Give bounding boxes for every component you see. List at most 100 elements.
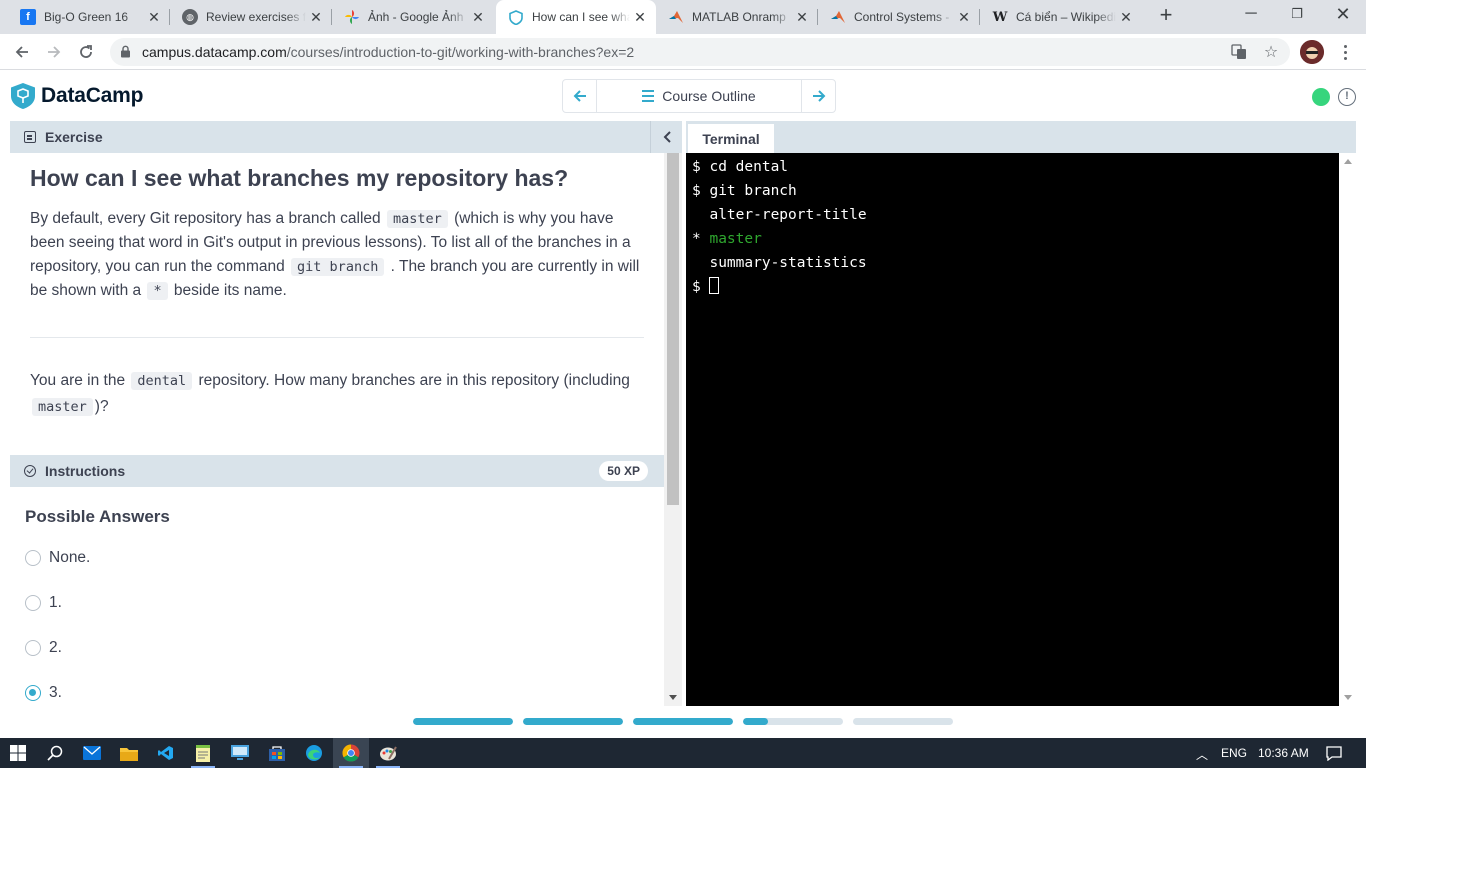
session-status-indicator[interactable]: [1312, 88, 1330, 106]
terminal-line: * master: [692, 231, 762, 247]
vscode-icon[interactable]: [148, 738, 184, 768]
remote-desktop-icon[interactable]: [222, 738, 258, 768]
reload-button[interactable]: [74, 40, 98, 64]
bookmark-star-icon[interactable]: ☆: [1262, 43, 1280, 61]
close-tab-icon[interactable]: ✕: [792, 9, 812, 26]
profile-avatar[interactable]: [1300, 40, 1324, 64]
browser-tab-review-exercises[interactable]: ◍ Review exercises for ✕: [170, 0, 332, 34]
progress-segment-fill: [633, 718, 733, 725]
progress-segment-fill: [743, 718, 768, 725]
terminal-line: $ cd dental: [692, 159, 789, 175]
input-language-indicator[interactable]: ENG: [1221, 746, 1247, 760]
terminal-output[interactable]: $ cd dental $ git branch alter-report-tit…: [686, 153, 1339, 706]
chrome-icon[interactable]: [333, 738, 369, 768]
radio-button-selected[interactable]: [25, 685, 41, 701]
terminal-scrollbar[interactable]: [1339, 153, 1356, 706]
radio-button[interactable]: [25, 595, 41, 611]
url-host: campus.datacamp.com: [142, 44, 287, 60]
terminal-line: $ git branch: [692, 183, 797, 199]
lock-icon: [120, 45, 131, 63]
close-tab-icon[interactable]: ✕: [144, 9, 164, 26]
matlab-icon: [668, 9, 684, 25]
inline-code: *: [147, 282, 168, 300]
browser-tab-matlab-onramp[interactable]: MATLAB Onramp ✕: [656, 0, 818, 34]
radio-button[interactable]: [25, 550, 41, 566]
notification-center-icon[interactable]: [1316, 738, 1352, 768]
close-tab-icon[interactable]: ✕: [468, 9, 488, 26]
course-outline-label: Course Outline: [662, 88, 756, 104]
search-icon[interactable]: [37, 738, 73, 768]
chevron-left-icon: [663, 131, 671, 143]
close-window-button[interactable]: ✕: [1320, 0, 1366, 30]
browser-tab-big-o-green[interactable]: f Big-O Green 16 ✕: [8, 0, 170, 34]
close-tab-icon[interactable]: ✕: [306, 9, 326, 26]
close-tab-icon[interactable]: ✕: [630, 9, 650, 26]
tab-terminal[interactable]: Terminal: [688, 124, 774, 153]
scrollbar-thumb[interactable]: [667, 153, 679, 505]
answer-option-1[interactable]: 1.: [25, 592, 62, 614]
next-exercise-button[interactable]: [802, 80, 835, 112]
scroll-down-arrow-icon[interactable]: [669, 695, 677, 700]
new-tab-button[interactable]: +: [1154, 4, 1178, 28]
terminal-cursor: [709, 277, 720, 294]
minimize-window-button[interactable]: ─: [1228, 0, 1274, 30]
url-field[interactable]: campus.datacamp.com/courses/introduction…: [110, 38, 1290, 66]
answer-label: 3.: [49, 684, 62, 701]
browser-tab-control-systems[interactable]: Control Systems - ✕: [818, 0, 980, 34]
progress-segment: [413, 718, 513, 725]
restore-window-button[interactable]: ❐: [1274, 0, 1320, 30]
exercise-question: You are in the dental repository. How ma…: [30, 372, 630, 416]
exercise-content[interactable]: How can I see what branches my repositor…: [10, 153, 664, 706]
address-bar: campus.datacamp.com/courses/introduction…: [0, 34, 1366, 70]
notepad-icon[interactable]: [185, 738, 221, 768]
progress-segment: [523, 718, 623, 725]
mail-icon[interactable]: [74, 738, 110, 768]
terminal-line: alter-report-title: [709, 207, 867, 223]
answer-label: None.: [49, 549, 91, 566]
arrow-right-icon: [812, 90, 825, 102]
exercise-header-label: Exercise: [45, 129, 103, 145]
system-clock[interactable]: 10:36 AM: [1258, 746, 1309, 760]
windows-start-icon[interactable]: [0, 738, 36, 768]
exercise-scrollbar[interactable]: [664, 153, 682, 706]
store-icon[interactable]: [259, 738, 295, 768]
back-button[interactable]: [10, 40, 34, 64]
current-branch: master: [709, 231, 762, 247]
show-hidden-icons-chevron-up-icon[interactable]: ︿: [1196, 746, 1208, 763]
forward-button[interactable]: [42, 40, 66, 64]
terminal-line: $: [686, 275, 1339, 299]
close-tab-icon[interactable]: ✕: [954, 9, 974, 26]
course-progress-bar: [413, 718, 953, 725]
instructions-header[interactable]: Instructions 50 XP: [10, 455, 664, 487]
course-outline-button[interactable]: Course Outline: [596, 80, 802, 112]
answer-option-3[interactable]: 3.: [25, 682, 62, 704]
browser-tab-wikipedia[interactable]: W Cá biển – Wikipedia ✕: [980, 0, 1142, 34]
browser-tab-datacamp-active[interactable]: How can I see what ✕: [496, 0, 656, 34]
answer-option-none[interactable]: None.: [25, 547, 90, 569]
paint-icon[interactable]: [370, 738, 406, 768]
radio-button[interactable]: [25, 640, 41, 656]
close-tab-icon[interactable]: ✕: [1116, 9, 1136, 26]
datacamp-logo[interactable]: DataCamp: [10, 82, 143, 110]
exercise-description: By default, every Git repository has a b…: [30, 210, 640, 300]
check-circle-icon: [24, 465, 36, 477]
translate-icon[interactable]: [1230, 43, 1248, 61]
exercise-icon: [24, 131, 36, 143]
edge-icon[interactable]: [296, 738, 332, 768]
file-explorer-icon[interactable]: [111, 738, 147, 768]
answer-option-2[interactable]: 2.: [25, 637, 62, 659]
exercise-title: How can I see what branches my repositor…: [30, 165, 569, 191]
info-icon[interactable]: !: [1338, 88, 1356, 106]
terminal-tab-bar: Terminal: [686, 121, 1356, 153]
browser-tab-google-photos[interactable]: Ảnh - Google Ảnh ✕: [332, 0, 494, 34]
arrow-left-icon: [573, 90, 586, 102]
answer-label: 1.: [49, 594, 62, 611]
progress-segment-fill: [413, 718, 513, 725]
facebook-icon: f: [20, 9, 36, 25]
scroll-up-arrow-icon[interactable]: [1344, 159, 1352, 164]
terminal-line: summary-statistics: [709, 255, 867, 271]
previous-exercise-button[interactable]: [563, 80, 596, 112]
collapse-pane-button[interactable]: [650, 121, 682, 153]
scroll-down-arrow-icon[interactable]: [1344, 695, 1352, 700]
browser-menu-icon[interactable]: [1335, 40, 1355, 64]
